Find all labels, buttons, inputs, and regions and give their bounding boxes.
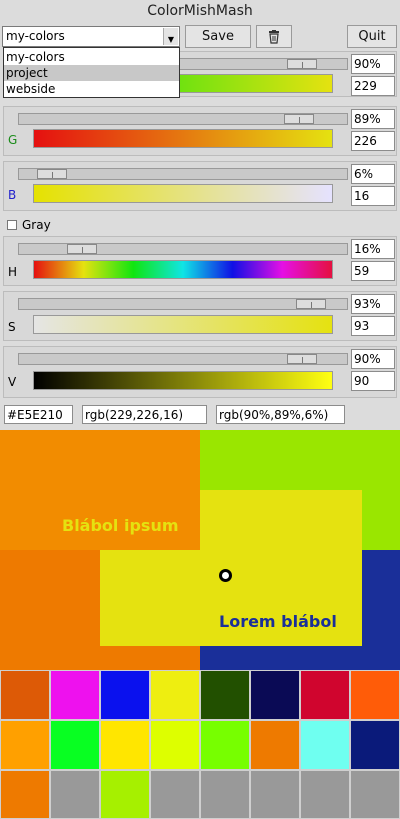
color-swatch[interactable]	[200, 720, 250, 770]
value-channel-panel: V 90% 90	[3, 346, 397, 398]
green-value-field[interactable]: 226	[351, 131, 395, 151]
green-gradient	[33, 129, 333, 148]
gray-label: Gray	[22, 218, 51, 232]
rgb-output-field[interactable]: rgb(229,226,16)	[82, 405, 207, 424]
value-slider[interactable]	[18, 353, 348, 365]
preview-text-dark: Lorem blábol	[219, 612, 337, 631]
color-swatch[interactable]	[0, 770, 50, 819]
color-swatch[interactable]	[300, 770, 350, 819]
color-swatch[interactable]	[100, 770, 150, 819]
color-swatch[interactable]	[50, 720, 100, 770]
trash-icon	[269, 30, 279, 44]
red-value-field[interactable]: 229	[351, 76, 395, 96]
saturation-label: S	[8, 320, 16, 334]
profile-select[interactable]: my-colors ▼	[2, 26, 180, 47]
profile-dropdown-list: my-colors project webside	[3, 47, 180, 98]
hue-label: H	[8, 265, 18, 279]
color-swatch[interactable]	[150, 720, 200, 770]
green-channel-panel: G 89% 226	[3, 106, 397, 156]
green-slider[interactable]	[18, 113, 348, 125]
blue-value-field[interactable]: 16	[351, 186, 395, 206]
color-swatch[interactable]	[150, 670, 200, 720]
value-label: V	[8, 375, 17, 389]
window-title: ColorMishMash	[147, 3, 253, 19]
color-swatch[interactable]	[350, 670, 400, 720]
green-percent-field[interactable]: 89%	[351, 109, 395, 129]
blue-label: B	[8, 188, 17, 202]
swatch-grid	[0, 670, 400, 819]
blue-channel-panel: B 6% 16	[3, 161, 397, 211]
color-swatch[interactable]	[100, 670, 150, 720]
preview-block-yellow-top	[200, 490, 362, 550]
value-percent-field[interactable]: 90%	[351, 349, 395, 369]
delete-button[interactable]	[256, 25, 292, 48]
color-swatch[interactable]	[250, 770, 300, 819]
dropdown-item[interactable]: webside	[4, 81, 179, 97]
color-preview-canvas[interactable]: Blábol ipsum Lorem blábol	[0, 430, 400, 670]
hue-slider[interactable]	[18, 243, 348, 255]
color-picker-cursor[interactable]	[219, 569, 232, 582]
hue-slider-thumb[interactable]	[67, 244, 97, 254]
color-swatch[interactable]	[250, 720, 300, 770]
color-swatch[interactable]	[300, 720, 350, 770]
blue-slider-thumb[interactable]	[37, 169, 67, 179]
red-slider-thumb[interactable]	[287, 59, 317, 69]
color-swatch[interactable]	[350, 720, 400, 770]
saturation-channel-panel: S 93% 93	[3, 291, 397, 341]
saturation-percent-field[interactable]: 93%	[351, 294, 395, 314]
preview-text-light: Blábol ipsum	[62, 516, 179, 535]
dropdown-item[interactable]: project	[4, 65, 179, 81]
hue-percent-field[interactable]: 16%	[351, 239, 395, 259]
color-swatch[interactable]	[50, 770, 100, 819]
saturation-value-field[interactable]: 93	[351, 316, 395, 336]
green-label: G	[8, 133, 18, 147]
color-swatch[interactable]	[0, 670, 50, 720]
saturation-gradient	[33, 315, 333, 334]
dropdown-item[interactable]: my-colors	[4, 49, 179, 65]
blue-slider[interactable]	[18, 168, 348, 180]
saturation-slider-thumb[interactable]	[296, 299, 326, 309]
color-swatch[interactable]	[0, 720, 50, 770]
hue-gradient	[33, 260, 333, 279]
red-percent-field[interactable]: 90%	[351, 54, 395, 74]
hex-output-field[interactable]: #E5E210	[4, 405, 73, 424]
blue-percent-field[interactable]: 6%	[351, 164, 395, 184]
save-button[interactable]: Save	[185, 25, 251, 48]
chevron-down-icon[interactable]: ▼	[163, 28, 178, 45]
gray-checkbox[interactable]	[7, 220, 17, 230]
value-value-field[interactable]: 90	[351, 371, 395, 391]
color-swatch[interactable]	[100, 720, 150, 770]
color-swatch[interactable]	[250, 670, 300, 720]
value-slider-thumb[interactable]	[287, 354, 317, 364]
color-swatch[interactable]	[350, 770, 400, 819]
saturation-slider[interactable]	[18, 298, 348, 310]
green-slider-thumb[interactable]	[284, 114, 314, 124]
quit-button[interactable]: Quit	[347, 25, 397, 48]
color-swatch[interactable]	[50, 670, 100, 720]
value-gradient	[33, 371, 333, 390]
hue-value-field[interactable]: 59	[351, 261, 395, 281]
blue-gradient	[33, 184, 333, 203]
color-swatch[interactable]	[200, 770, 250, 819]
hue-channel-panel: H 16% 59	[3, 236, 397, 286]
color-swatch[interactable]	[300, 670, 350, 720]
rgb-percent-output-field[interactable]: rgb(90%,89%,6%)	[216, 405, 345, 424]
color-swatch[interactable]	[200, 670, 250, 720]
profile-select-value: my-colors	[6, 29, 65, 43]
color-swatch[interactable]	[150, 770, 200, 819]
preview-block-yellow-bottom	[100, 550, 362, 646]
